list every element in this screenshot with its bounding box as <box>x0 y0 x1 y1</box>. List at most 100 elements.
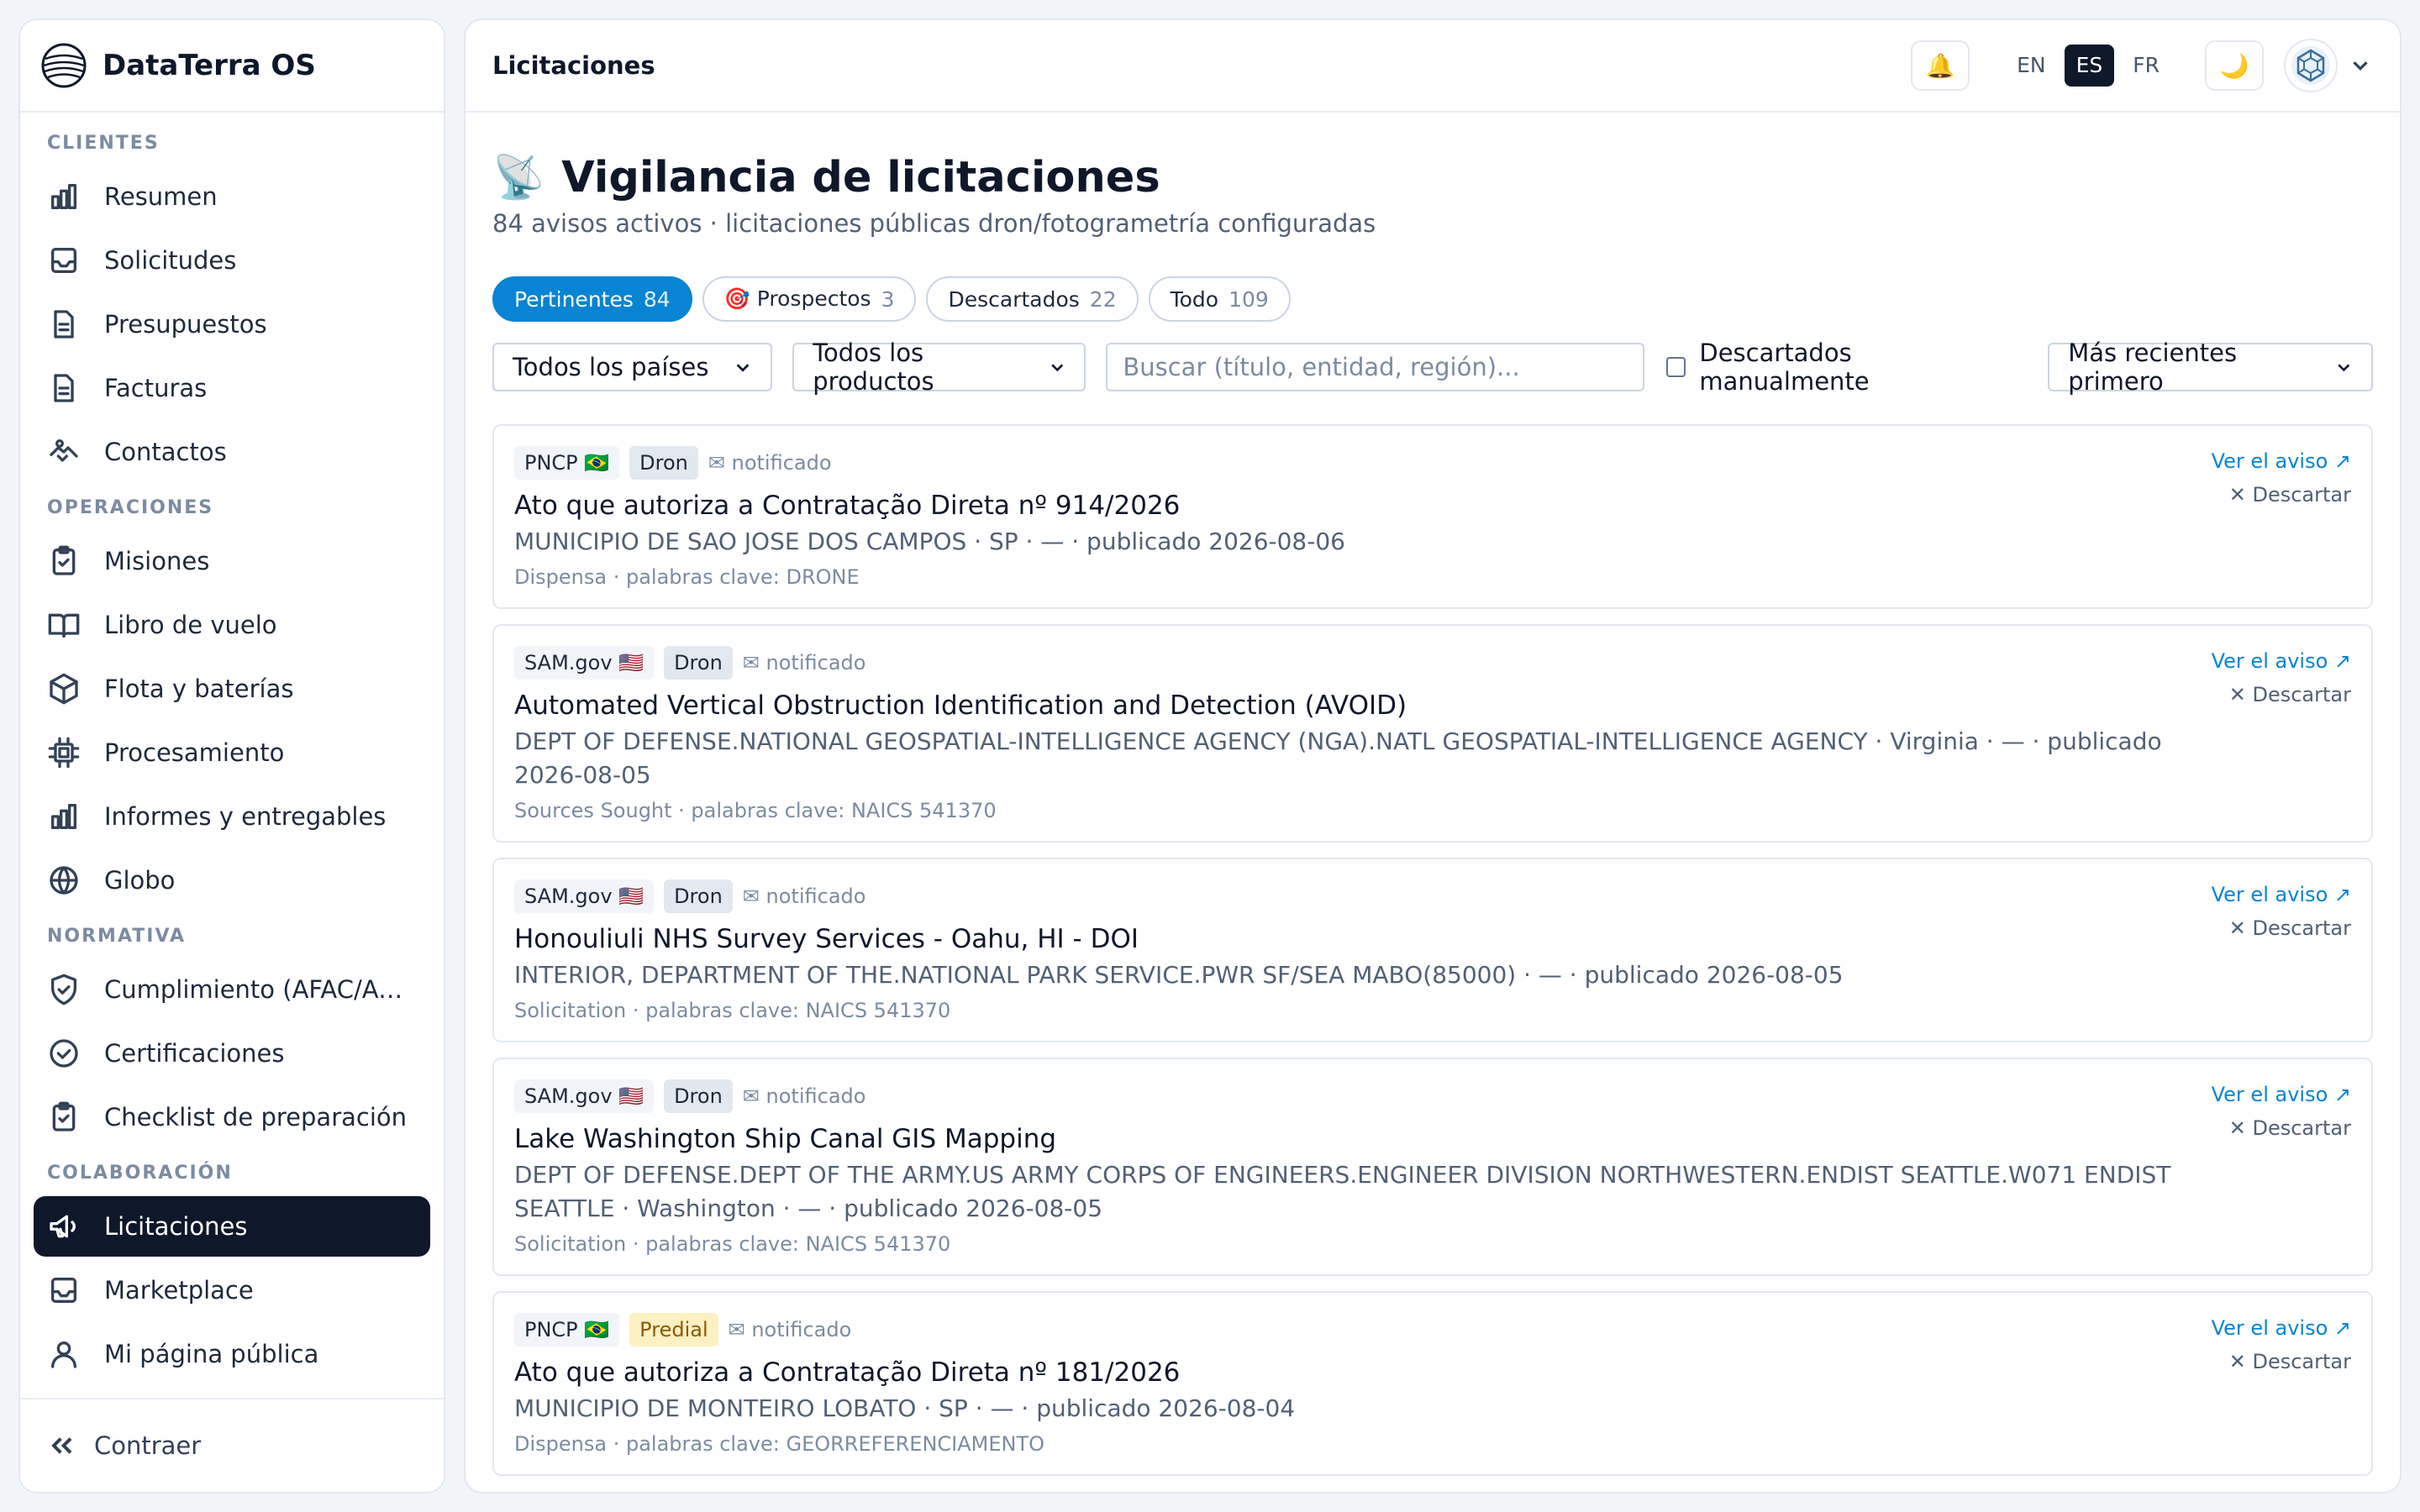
chevron-down-icon <box>1051 364 1063 372</box>
lang-en[interactable]: EN <box>2005 45 2058 87</box>
sidebar-item-informes[interactable]: Informes y entregables <box>34 786 430 847</box>
view-notice-link[interactable]: Ver el aviso ↗ <box>2212 446 2351 476</box>
cpu-icon <box>47 736 81 769</box>
manual-discard-label: Descartados manualmente <box>1699 339 1870 396</box>
megaphone-icon <box>47 1210 81 1243</box>
view-notice-link[interactable]: Ver el aviso ↗ <box>2212 646 2351 676</box>
sidebar-item-label: Marketplace <box>104 1276 254 1305</box>
page-subtitle: 84 avisos activos · licitaciones pública… <box>492 209 1376 238</box>
globe-icon <box>47 864 81 897</box>
sidebar-item-cumplimiento[interactable]: Cumplimiento (AFAC/Aer... <box>34 959 430 1020</box>
sidebar-item-certificaciones[interactable]: Certificaciones <box>34 1023 430 1084</box>
tender-card: SAM.gov 🇺🇸 Dron ✉ notificado Honouliuli … <box>492 858 2373 1042</box>
page-heading: 📡 Vigilancia de licitaciones <box>492 153 2373 202</box>
chevron-down-icon <box>736 364 750 372</box>
view-notice-link[interactable]: Ver el aviso ↗ <box>2212 879 2351 910</box>
source-badge: SAM.gov 🇺🇸 <box>514 1079 655 1113</box>
tab-todo[interactable]: Todo 109 <box>1148 276 1291 322</box>
brand-name: DataTerra OS <box>103 49 316 82</box>
sidebar-item-marketplace[interactable]: Marketplace <box>34 1260 430 1320</box>
manual-discard-checkbox[interactable]: Descartados manualmente <box>1665 339 2027 396</box>
sidebar-item-label: Informes y entregables <box>104 802 387 831</box>
tender-card: PNCP 🇧🇷 Predial ✉ notificado Ato que aut… <box>492 1291 2373 1476</box>
country-select[interactable]: Todos los países <box>492 343 773 391</box>
collapse-label: Contraer <box>94 1431 202 1460</box>
clipboard-check-icon <box>47 544 81 578</box>
product-select[interactable]: Todos los productos <box>792 339 1086 396</box>
book-icon <box>47 608 81 642</box>
discard-button[interactable]: ✕ Descartar <box>2212 913 2351 943</box>
lang-es[interactable]: ES <box>2064 45 2115 87</box>
card-meta: MUNICIPIO DE MONTEIRO LOBATO · SP · — · … <box>514 1394 1296 1422</box>
content: 📡 Vigilancia de licitaciones 84 avisos a… <box>466 153 2400 1476</box>
tab-label: 🎯 Prospectos <box>723 286 871 311</box>
card-foot: Solicitation · palabras clave: NAICS 541… <box>514 999 951 1022</box>
discard-button[interactable]: ✕ Descartar <box>2212 480 2351 510</box>
view-notice-link[interactable]: Ver el aviso ↗ <box>2212 1313 2351 1343</box>
tab-label: Descartados <box>948 286 1080 312</box>
sidebar-item-presupuestos[interactable]: Presupuestos <box>34 294 430 354</box>
view-notice-link[interactable]: Ver el aviso ↗ <box>2212 1079 2351 1110</box>
notified-status: ✉ notificado <box>742 885 866 908</box>
tab-prospectos[interactable]: 🎯 Prospectos 3 <box>702 276 917 322</box>
lang-fr[interactable]: FR <box>2121 45 2171 87</box>
card-meta: DEPT OF DEFENSE.NATIONAL GEOSPATIAL-INTE… <box>514 727 2162 789</box>
tab-count: 3 <box>881 286 895 312</box>
bell-icon: 🔔 <box>1925 51 1955 80</box>
sidebar-item-solicitudes[interactable]: Solicitudes <box>34 230 430 291</box>
box-icon <box>47 672 81 706</box>
card-actions: Ver el aviso ↗ ✕ Descartar <box>2212 1313 2351 1377</box>
sidebar-item-misiones[interactable]: Misiones <box>34 531 430 591</box>
user-menu[interactable] <box>2284 39 2373 92</box>
notified-status: ✉ notificado <box>708 451 832 475</box>
country-select-value: Todos los países <box>513 353 709 381</box>
collapse-sidebar-button[interactable]: Contraer <box>20 1398 444 1492</box>
sidebar-item-resumen[interactable]: Resumen <box>34 166 430 227</box>
sort-select-value: Más recientes primero <box>2068 339 2238 396</box>
sidebar-item-flota-y-baterias[interactable]: Flota y baterías <box>34 659 430 719</box>
product-badge: Dron <box>629 446 698 480</box>
product-badge: Dron <box>664 879 733 913</box>
product-badge: Dron <box>664 1079 733 1113</box>
filter-tabs: Pertinentes 84 🎯 Prospectos 3 Descartado… <box>492 276 2373 322</box>
sidebar-item-label: Solicitudes <box>104 246 237 275</box>
sidebar-item-label: Contactos <box>104 438 227 466</box>
card-foot: Sources Sought · palabras clave: NAICS 5… <box>514 799 997 822</box>
discard-button[interactable]: ✕ Descartar <box>2212 680 2351 710</box>
globe-logo-icon <box>41 43 87 88</box>
tab-label: Pertinentes <box>514 286 634 312</box>
tab-pertinentes[interactable]: Pertinentes 84 <box>492 276 692 322</box>
sidebar-item-facturas[interactable]: Facturas <box>34 358 430 418</box>
filter-bar: Todos los países Todos los productos Des… <box>492 339 2373 396</box>
tab-descartados[interactable]: Descartados 22 <box>926 276 1139 322</box>
brand[interactable]: DataTerra OS <box>20 20 444 113</box>
card-badges: SAM.gov 🇺🇸 Dron ✉ notificado <box>514 879 2351 913</box>
sidebar-item-label: Flota y baterías <box>104 675 294 703</box>
sidebar-item-contactos[interactable]: Contactos <box>34 422 430 482</box>
card-badges: PNCP 🇧🇷 Predial ✉ notificado <box>514 1313 2351 1347</box>
discard-button[interactable]: ✕ Descartar <box>2212 1113 2351 1143</box>
sort-select[interactable]: Más recientes primero <box>2048 339 2373 396</box>
card-title: Lake Washington Ship Canal GIS Mapping <box>514 1124 1057 1154</box>
hexagon-avatar-icon <box>2291 46 2330 85</box>
inbox-icon <box>47 244 81 277</box>
sidebar-item-libro-de-vuelo[interactable]: Libro de vuelo <box>34 595 430 655</box>
sidebar: DataTerra OS CLIENTES Resumen Solicitude… <box>18 18 445 1494</box>
sidebar-item-globo[interactable]: Globo <box>34 850 430 911</box>
sidebar-item-checklist[interactable]: Checklist de preparación <box>34 1087 430 1147</box>
main-panel: Licitaciones 🔔 EN ES FR 🌙 📡 Vigilancia d… <box>464 18 2402 1494</box>
card-badges: PNCP 🇧🇷 Dron ✉ notificado <box>514 446 2351 480</box>
topbar: Licitaciones 🔔 EN ES FR 🌙 <box>466 20 2400 113</box>
sidebar-item-mi-pagina-publica[interactable]: Mi página pública <box>34 1324 430 1384</box>
user-icon <box>47 1337 81 1371</box>
theme-toggle-button[interactable]: 🌙 <box>2205 40 2264 91</box>
card-title: Automated Vertical Obstruction Identific… <box>514 690 1407 721</box>
card-foot: Dispensa · palabras clave: DRONE <box>514 565 860 589</box>
search-input[interactable] <box>1106 343 1644 391</box>
sidebar-item-licitaciones[interactable]: Licitaciones <box>34 1196 430 1257</box>
notifications-button[interactable]: 🔔 <box>1911 40 1970 91</box>
nav-section-normativa: NORMATIVA <box>47 926 187 947</box>
sidebar-item-procesamiento[interactable]: Procesamiento <box>34 722 430 783</box>
handshake-icon <box>47 435 81 469</box>
discard-button[interactable]: ✕ Descartar <box>2212 1347 2351 1377</box>
